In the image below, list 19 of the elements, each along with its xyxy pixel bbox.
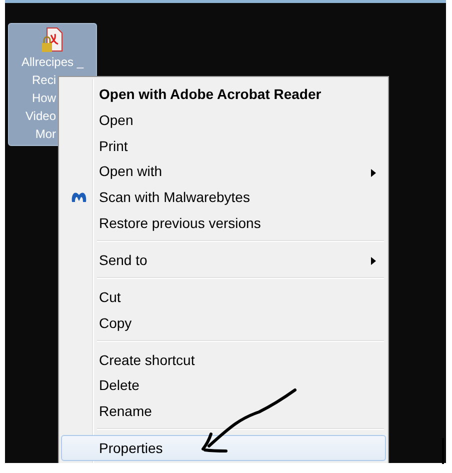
menu-item[interactable]: Cut [61,284,386,310]
file-name-text: Reci [32,72,56,89]
file-name-text: Allrecipes _ [21,54,84,71]
menu-item[interactable]: Rename [61,398,386,424]
file-name-text: Mor [35,126,56,143]
menu-item[interactable]: Send to [61,247,386,273]
menu-item[interactable]: Create shortcut [61,346,386,372]
pdf-file-icon [40,27,64,53]
menu-item[interactable]: Scan with Malwarebytes [61,184,386,210]
submenu-arrow-icon [371,168,376,177]
file-name-text: Video [26,108,56,125]
submenu-arrow-icon [371,257,376,266]
m-logo-icon [71,190,87,204]
file-name-text: How [32,90,56,107]
menu-item[interactable]: Properties [61,435,386,461]
menu-item[interactable]: Delete [61,372,386,398]
menu-item[interactable]: Copy [61,310,386,336]
menu-item[interactable]: Open with [61,158,386,184]
menu-item[interactable]: Restore previous versions [61,210,386,236]
